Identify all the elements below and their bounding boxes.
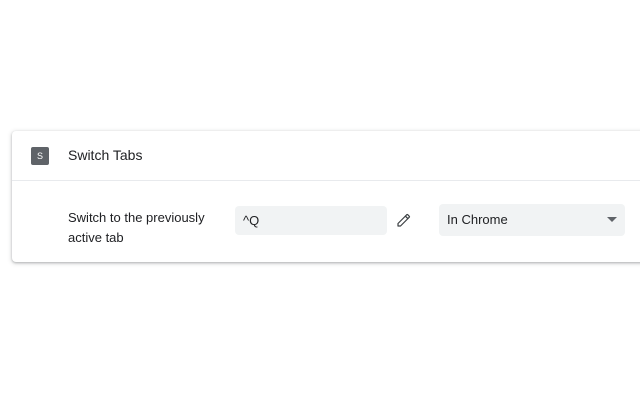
scope-selected-value: In Chrome <box>447 212 508 227</box>
scope-select[interactable]: In Chrome <box>439 204 625 236</box>
extension-title: Switch Tabs <box>68 147 143 163</box>
edit-shortcut-button[interactable] <box>393 209 415 231</box>
shortcut-label: Switch to the previously active tab <box>68 210 205 245</box>
extension-shortcut-card: S Switch Tabs Switch to the previously a… <box>12 131 640 262</box>
pencil-icon <box>397 213 411 227</box>
extension-letter-icon: S <box>31 147 49 165</box>
dropdown-arrow-icon <box>607 217 617 222</box>
card-header: S Switch Tabs <box>12 131 640 181</box>
shortcut-input[interactable]: ^Q <box>235 206 387 235</box>
